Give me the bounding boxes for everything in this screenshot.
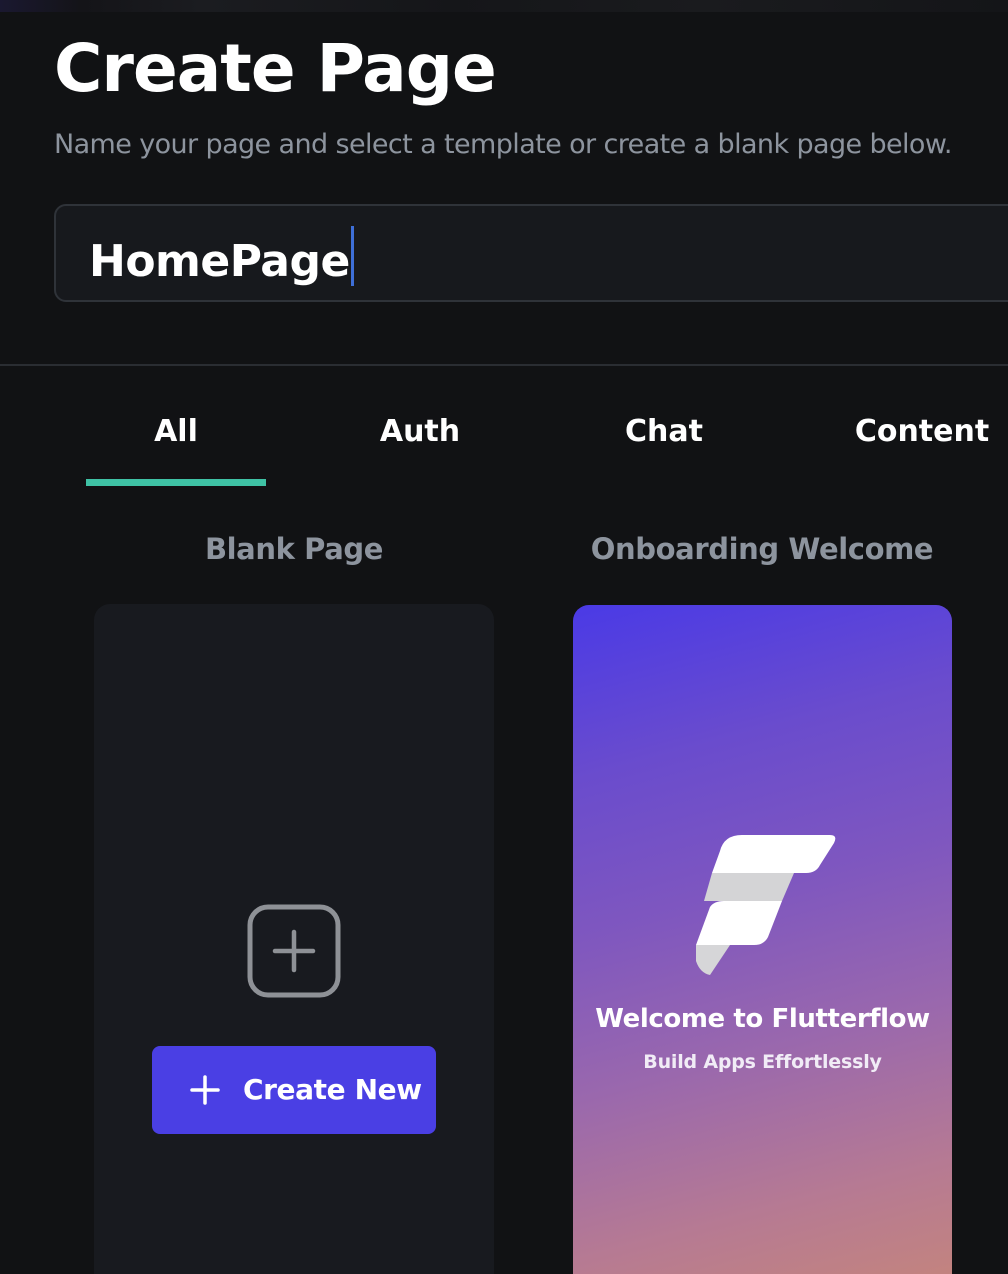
page-subtitle: Name your page and select a template or … [54, 129, 952, 160]
page-name-input[interactable]: HomePage [54, 204, 1008, 302]
page-name-field-wrapper: HomePage [89, 226, 354, 290]
onboarding-welcome-label: Onboarding Welcome [590, 532, 934, 566]
onboarding-preview-subtitle: Build Apps Effortlessly [643, 1051, 882, 1073]
tab-auth[interactable]: Auth [330, 410, 510, 454]
add-square-icon [247, 904, 341, 998]
onboarding-welcome-card[interactable]: Welcome to Flutterflow Build Apps Effort… [573, 605, 952, 1274]
plus-icon [190, 1075, 220, 1105]
create-new-label: Create New [243, 1073, 422, 1106]
page-title: Create Page [54, 30, 497, 107]
onboarding-preview-title: Welcome to Flutterflow [595, 1004, 930, 1034]
create-page-dialog: Create Page Name your page and select a … [0, 0, 1008, 1274]
blank-page-card[interactable]: Create New [94, 604, 494, 1274]
blank-page-label: Blank Page [204, 532, 384, 566]
tab-chat[interactable]: Chat [574, 410, 754, 454]
flutterflow-logo-icon [696, 835, 836, 975]
tab-all[interactable]: All [86, 410, 266, 454]
tab-content[interactable]: Content [832, 410, 1008, 454]
top-strip [0, 0, 1008, 12]
page-name-value: HomePage [89, 236, 350, 287]
create-new-button[interactable]: Create New [152, 1046, 436, 1134]
section-divider [0, 364, 1008, 366]
text-caret [350, 226, 354, 286]
active-tab-indicator [86, 479, 266, 486]
